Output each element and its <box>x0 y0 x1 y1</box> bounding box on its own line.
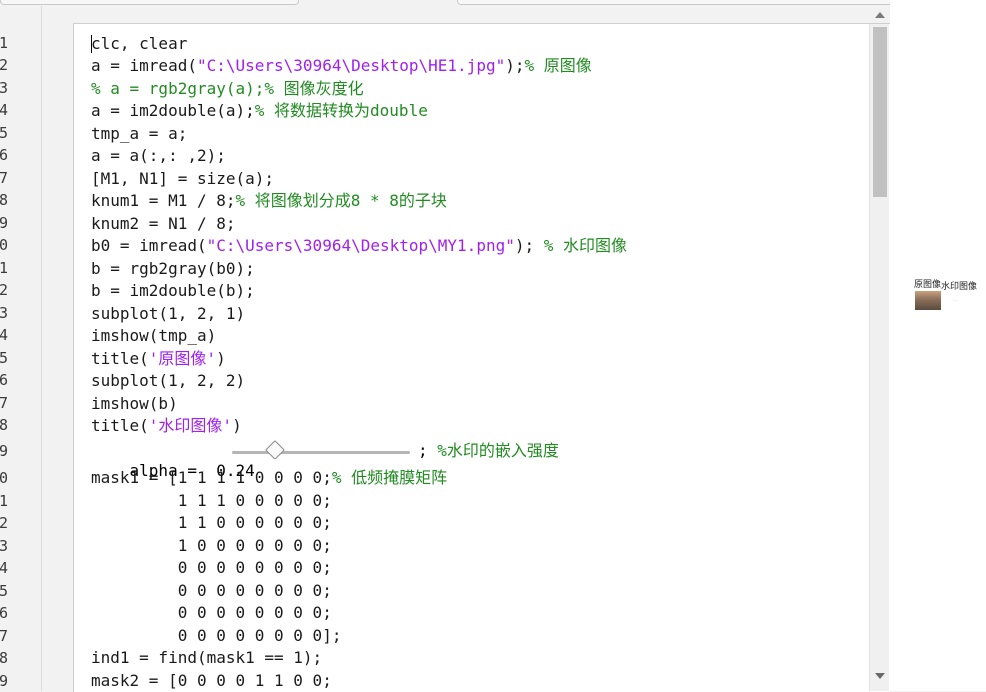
code-comment: %水印的嵌入强度 <box>437 441 559 460</box>
line-number: 4 <box>0 101 9 119</box>
code-text: ); <box>514 236 544 255</box>
alpha-slider[interactable] <box>232 440 410 461</box>
code-text: ) <box>216 349 226 368</box>
line-number: 6 <box>0 371 9 389</box>
code-text: b0 = imread( <box>91 236 207 255</box>
line-number: 4 <box>0 559 9 577</box>
code-text: ) <box>232 416 242 435</box>
original-image-thumbnail <box>915 291 941 310</box>
scroll-down-arrow-icon[interactable] <box>875 673 885 679</box>
line-number: 3 <box>0 79 9 97</box>
line-number: 9 <box>0 442 9 460</box>
code-line[interactable]: knum2 = N1 / 8; <box>91 214 236 234</box>
code-text: a = imread( <box>91 56 197 75</box>
code-line[interactable]: a = imread("C:\Users\30964\Desktop\HE1.j… <box>91 56 592 76</box>
string-literal: '水印图像' <box>148 416 233 435</box>
line-number: 3 <box>0 304 9 322</box>
line-number: 2 <box>0 56 9 74</box>
figure-output-panel: 原图像 水印图像 ····· <box>890 0 986 691</box>
line-number: 9 <box>0 672 9 690</box>
line-number: 7 <box>0 169 9 187</box>
code-line[interactable]: imshow(b) <box>91 394 178 414</box>
line-number: 0 <box>0 236 9 254</box>
line-number: 9 <box>0 214 9 232</box>
alpha-slider-track[interactable] <box>232 451 410 454</box>
watermark-image-thumbnail: ····· <box>947 291 971 309</box>
scroll-up-arrow-icon[interactable] <box>875 12 885 18</box>
code-line[interactable]: subplot(1, 2, 2) <box>91 371 245 391</box>
code-comment: % 将数据转换为double <box>254 101 428 120</box>
line-number: 8 <box>0 416 9 434</box>
line-number-gutter: 1 2 3 4 5 6 7 8 9 0 1 2 3 4 5 6 7 8 9 0 … <box>0 6 41 691</box>
code-line[interactable]: 0 0 0 0 0 0 0 0; <box>91 581 332 601</box>
code-editor[interactable]: clc, clear a = imread("C:\Users\30964\De… <box>73 23 890 692</box>
code-line[interactable]: tmp_a = a; <box>91 124 187 144</box>
code-comment: % 低频掩膜矩阵 <box>331 468 448 487</box>
line-number: 7 <box>0 627 9 645</box>
code-comment: % 水印图像 <box>543 236 628 255</box>
line-number: 5 <box>0 124 9 142</box>
code-line[interactable]: b0 = imread("C:\Users\30964\Desktop\MY1.… <box>91 236 627 256</box>
gutter-divider <box>41 6 42 691</box>
code-line[interactable]: 0 0 0 0 0 0 0 0]; <box>91 626 342 646</box>
code-line[interactable]: 1 1 0 0 0 0 0 0; <box>91 513 332 533</box>
alpha-slider-thumb[interactable] <box>264 440 285 460</box>
code-comment: % 将图像划分成8 * 8的子块 <box>235 191 447 210</box>
line-number: 0 <box>0 469 9 487</box>
code-line[interactable]: % a = rgb2gray(a);% 图像灰度化 <box>91 79 364 99</box>
code-line[interactable]: 1 1 1 0 0 0 0 0; <box>91 491 332 511</box>
line-number: 2 <box>0 281 9 299</box>
code-text: ; <box>418 441 438 460</box>
code-line[interactable]: knum1 = M1 / 8;% 将图像划分成8 * 8的子块 <box>91 191 447 211</box>
code-line[interactable]: clc, clear <box>91 34 187 54</box>
line-number: 5 <box>0 582 9 600</box>
tab-left[interactable] <box>0 0 299 5</box>
code-comment: % 原图像 <box>524 56 592 75</box>
code-line[interactable]: a = a(:,: ,2); <box>91 146 226 166</box>
line-number: 3 <box>0 537 9 555</box>
code-text: ); <box>505 56 525 75</box>
code-line[interactable]: 1 0 0 0 0 0 0 0; <box>91 536 332 556</box>
line-number: 1 <box>0 259 9 277</box>
string-literal: '原图像' <box>148 349 217 368</box>
code-line[interactable]: mask2 = [0 0 0 0 1 1 0 0; <box>91 671 332 691</box>
alpha-comment-line: ; %水印的嵌入强度 <box>418 441 559 461</box>
line-number: 1 <box>0 492 9 510</box>
code-text: title( <box>91 349 149 368</box>
code-line[interactable]: subplot(1, 2, 1) <box>91 304 245 324</box>
vertical-scrollbar[interactable] <box>869 12 889 691</box>
line-number: 6 <box>0 604 9 622</box>
code-line[interactable]: title('水印图像') <box>91 416 242 436</box>
line-number: 6 <box>0 146 9 164</box>
code-line[interactable]: mask1 = [1 1 1 1 0 0 0 0;% 低频掩膜矩阵 <box>91 468 447 488</box>
code-text: knum1 = M1 / 8; <box>91 191 236 210</box>
scrollbar-thumb[interactable] <box>873 27 887 197</box>
line-number: 5 <box>0 349 9 367</box>
figure-title-original: 原图像 <box>914 280 942 290</box>
tab-strip <box>0 0 986 6</box>
code-line[interactable]: title('原图像') <box>91 349 226 369</box>
code-text: mask1 = [1 1 1 1 0 0 0 0; <box>91 468 332 487</box>
line-number: 1 <box>0 34 9 52</box>
code-line[interactable]: a = im2double(a);% 将数据转换为double <box>91 101 428 121</box>
line-number: 8 <box>0 649 9 667</box>
code-line[interactable]: b = im2double(b); <box>91 281 255 301</box>
line-number: 4 <box>0 326 9 344</box>
string-literal: "C:\Users\30964\Desktop\MY1.png" <box>206 236 515 255</box>
code-line[interactable]: ind1 = find(mask1 == 1); <box>91 648 322 668</box>
code-line[interactable]: imshow(tmp_a) <box>91 326 216 346</box>
line-number: 2 <box>0 514 9 532</box>
code-text: a = im2double(a); <box>91 101 255 120</box>
code-line[interactable]: 0 0 0 0 0 0 0 0; <box>91 603 332 623</box>
code-line[interactable]: 0 0 0 0 0 0 0 0; <box>91 558 332 578</box>
code-line[interactable]: b = rgb2gray(b0); <box>91 259 255 279</box>
line-number: 7 <box>0 394 9 412</box>
line-number: 8 <box>0 191 9 209</box>
string-literal: "C:\Users\30964\Desktop\HE1.jpg" <box>196 56 506 75</box>
code-line[interactable]: [M1, N1] = size(a); <box>91 169 274 189</box>
code-text: title( <box>91 416 149 435</box>
